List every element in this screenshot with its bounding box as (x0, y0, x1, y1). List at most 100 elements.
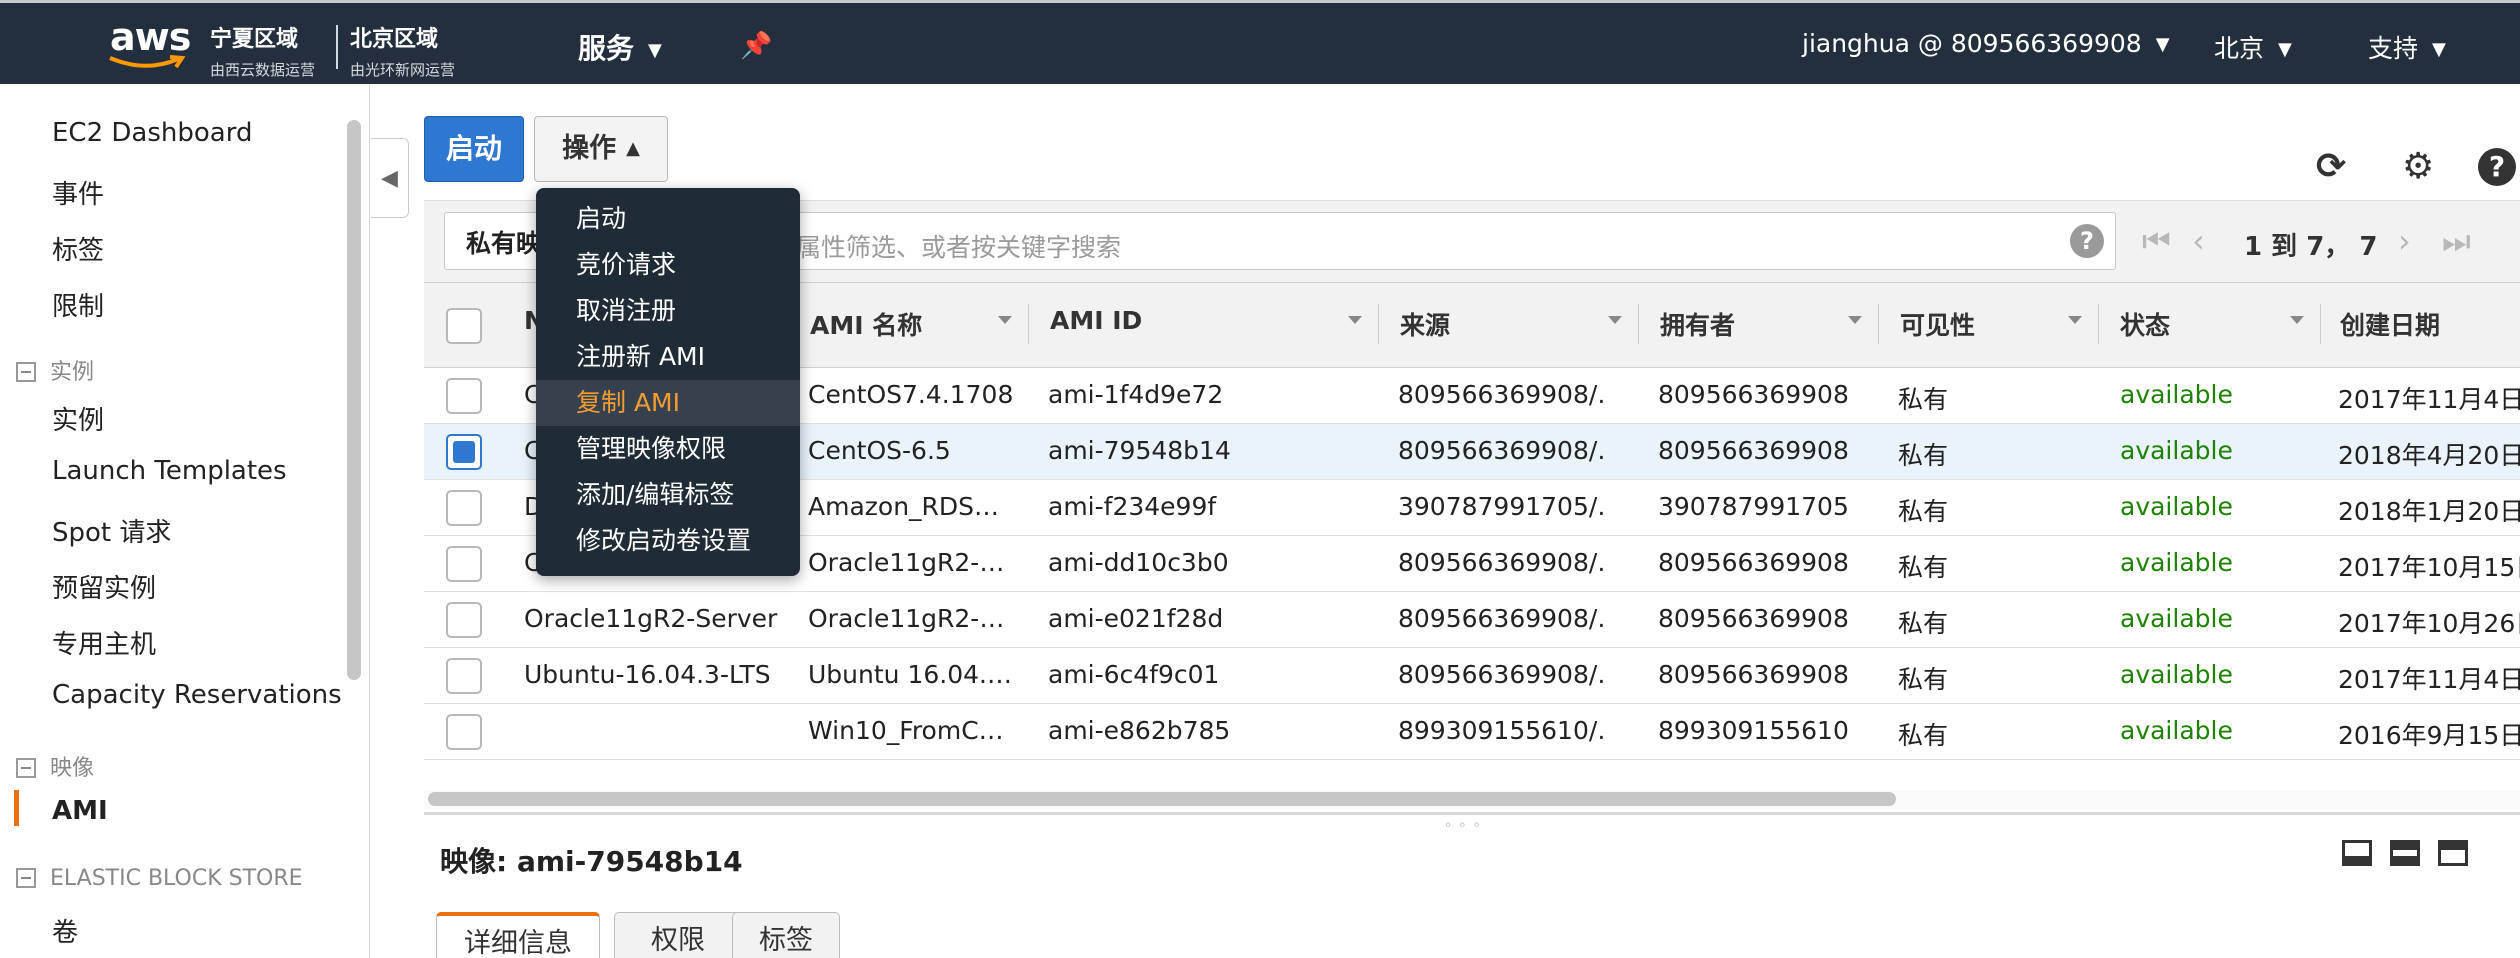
tab-tags[interactable]: 标签 (732, 912, 840, 958)
prev-page-icon[interactable]: ‹ (2192, 222, 2205, 260)
column-source[interactable]: 来源 (1400, 306, 1450, 342)
sidebar-item-volumes[interactable]: 卷 (52, 912, 78, 949)
refresh-icon[interactable]: ⟳ (2316, 146, 2346, 187)
pane-middle-icon[interactable] (2390, 840, 2420, 866)
menu-item-add-edit-tags[interactable]: 添加/编辑标签 (536, 472, 800, 518)
collapse-minus-icon (16, 758, 36, 778)
sort-icon[interactable] (2068, 316, 2082, 324)
pagination-label: 1 到 7， 7 (2244, 232, 2378, 262)
row-checkbox[interactable] (446, 378, 482, 414)
cell-ami-id: ami-e862b785 (1048, 716, 1231, 745)
sidebar-section-ebs[interactable]: ELASTIC BLOCK STORE (16, 866, 303, 891)
cell-owner: 809566369908 (1658, 604, 1849, 633)
cell-status: available (2120, 716, 2233, 745)
pane-top-icon[interactable] (2438, 840, 2468, 866)
first-page-icon[interactable]: ⏮ (2142, 222, 2171, 261)
sidebar-item-dedicated-hosts[interactable]: 专用主机 (52, 624, 156, 661)
row-checkbox[interactable] (446, 434, 482, 470)
sidebar-active-indicator (14, 790, 19, 826)
filter-tag[interactable]: 私有映 (466, 224, 541, 260)
cell-ami-id: ami-1f4d9e72 (1048, 380, 1224, 409)
sidebar-item-instances[interactable]: 实例 (52, 400, 104, 437)
row-checkbox[interactable] (446, 546, 482, 582)
sidebar-item-events[interactable]: 事件 (52, 174, 104, 211)
tab-permissions[interactable]: 权限 (614, 912, 742, 958)
cell-visibility: 私有 (1898, 497, 1949, 526)
sidebar-item-reserved-instances[interactable]: 预留实例 (52, 568, 156, 605)
column-owner[interactable]: 拥有者 (1660, 306, 1735, 342)
filter-help-icon[interactable]: ? (2070, 224, 2104, 258)
sidebar-item-limits[interactable]: 限制 (52, 286, 104, 323)
row-checkbox[interactable] (446, 490, 482, 526)
cell-visibility: 私有 (1898, 441, 1949, 470)
cell-created: 2018年4月20日 (2338, 441, 2520, 470)
column-visibility[interactable]: 可见性 (1900, 306, 1975, 342)
sort-icon[interactable] (1348, 316, 1362, 324)
sort-icon[interactable] (1608, 316, 1622, 324)
pane-bottom-icon[interactable] (2342, 840, 2372, 866)
cell-ami-name: Win10_FromC… (808, 716, 1004, 745)
sort-icon[interactable] (1848, 316, 1862, 324)
menu-item-register-new-ami[interactable]: 注册新 AMI (536, 334, 800, 380)
column-ami-id[interactable]: AMI ID (1050, 306, 1142, 335)
support-menu[interactable]: 支持 ▼ (2368, 29, 2446, 65)
sidebar-section-label: ELASTIC BLOCK STORE (50, 866, 303, 891)
cell-ami-id: ami-6c4f9c01 (1048, 660, 1220, 689)
cell-owner: 809566369908 (1658, 436, 1849, 465)
launch-button[interactable]: 启动 (424, 116, 524, 182)
region-beijing-title: 北京区域 (350, 27, 439, 52)
cell-status: available (2120, 436, 2233, 465)
menu-item-modify-image-permissions[interactable]: 管理映像权限 (536, 426, 800, 472)
sidebar-scrollbar[interactable] (347, 120, 361, 680)
row-checkbox[interactable] (446, 658, 482, 694)
horizontal-scrollbar[interactable] (428, 792, 1896, 806)
aws-logo-text: aws (110, 15, 191, 59)
sidebar-item-ami[interactable]: AMI (52, 796, 108, 826)
aws-smile-icon (109, 55, 186, 69)
sidebar-item-ec2-dashboard[interactable]: EC2 Dashboard (52, 118, 252, 148)
pin-icon[interactable]: 📌 (740, 31, 772, 61)
row-checkbox[interactable] (446, 602, 482, 638)
cell-ami-id: ami-79548b14 (1048, 436, 1231, 465)
actions-button[interactable]: 操作 ▲ (534, 116, 668, 182)
menu-item-copy-ami[interactable]: 复制 AMI (536, 380, 800, 426)
menu-item-launch[interactable]: 启动 (536, 196, 800, 242)
cell-status: available (2120, 380, 2233, 409)
menu-item-spot-request[interactable]: 竞价请求 (536, 242, 800, 288)
drag-handle-icon[interactable]: ◦◦◦ (1444, 818, 1487, 834)
account-label: jianghua @ 809566369908 (1802, 29, 2142, 58)
region-menu[interactable]: 北京 ▼ (2214, 29, 2292, 65)
account-menu[interactable]: jianghua @ 809566369908 ▼ (1802, 29, 2170, 58)
aws-logo[interactable]: aws (108, 15, 191, 73)
column-status[interactable]: 状态 (2120, 306, 2170, 342)
sidebar-item-tags[interactable]: 标签 (52, 230, 104, 267)
menu-item-deregister[interactable]: 取消注册 (536, 288, 800, 334)
sidebar-section-instances[interactable]: 实例 (16, 354, 94, 386)
row-checkbox[interactable] (446, 714, 482, 750)
region-beijing-subtitle: 由光环新网运营 (350, 61, 456, 79)
sort-icon[interactable] (2290, 316, 2304, 324)
sidebar-item-launch-templates[interactable]: Launch Templates (52, 456, 287, 486)
column-created[interactable]: 创建日期 (2340, 306, 2440, 342)
gear-icon[interactable]: ⚙ (2402, 146, 2434, 187)
collapse-left-icon[interactable]: ◀ (371, 138, 409, 218)
region-ningxia[interactable]: 宁夏区域 由西云数据运营 (210, 21, 315, 80)
sort-icon[interactable] (998, 316, 1012, 324)
cell-source: 899309155610/… (1398, 716, 1608, 745)
select-all-checkbox[interactable] (446, 308, 482, 344)
last-page-icon[interactable]: ⏭ (2442, 222, 2471, 261)
next-page-icon[interactable]: › (2398, 222, 2411, 260)
pane-splitter[interactable] (424, 812, 2520, 815)
tab-details[interactable]: 详细信息 (436, 912, 600, 958)
region-ningxia-subtitle: 由西云数据运营 (210, 61, 316, 79)
sidebar-item-spot-requests[interactable]: Spot 请求 (52, 512, 171, 549)
cell-visibility: 私有 (1898, 609, 1949, 638)
sidebar-section-images[interactable]: 映像 (16, 750, 94, 782)
help-icon[interactable]: ? (2478, 148, 2516, 186)
region-beijing[interactable]: 北京区域 由光环新网运营 (350, 21, 455, 80)
column-ami-name[interactable]: AMI 名称 (810, 306, 922, 342)
sidebar-item-capacity-reservations[interactable]: Capacity Reservations (52, 680, 342, 710)
menu-item-modify-boot-volume[interactable]: 修改启动卷设置 (536, 518, 800, 564)
cell-created: 2016年9月15日 (2338, 721, 2520, 750)
services-menu[interactable]: 服务 ▼ (578, 27, 662, 67)
